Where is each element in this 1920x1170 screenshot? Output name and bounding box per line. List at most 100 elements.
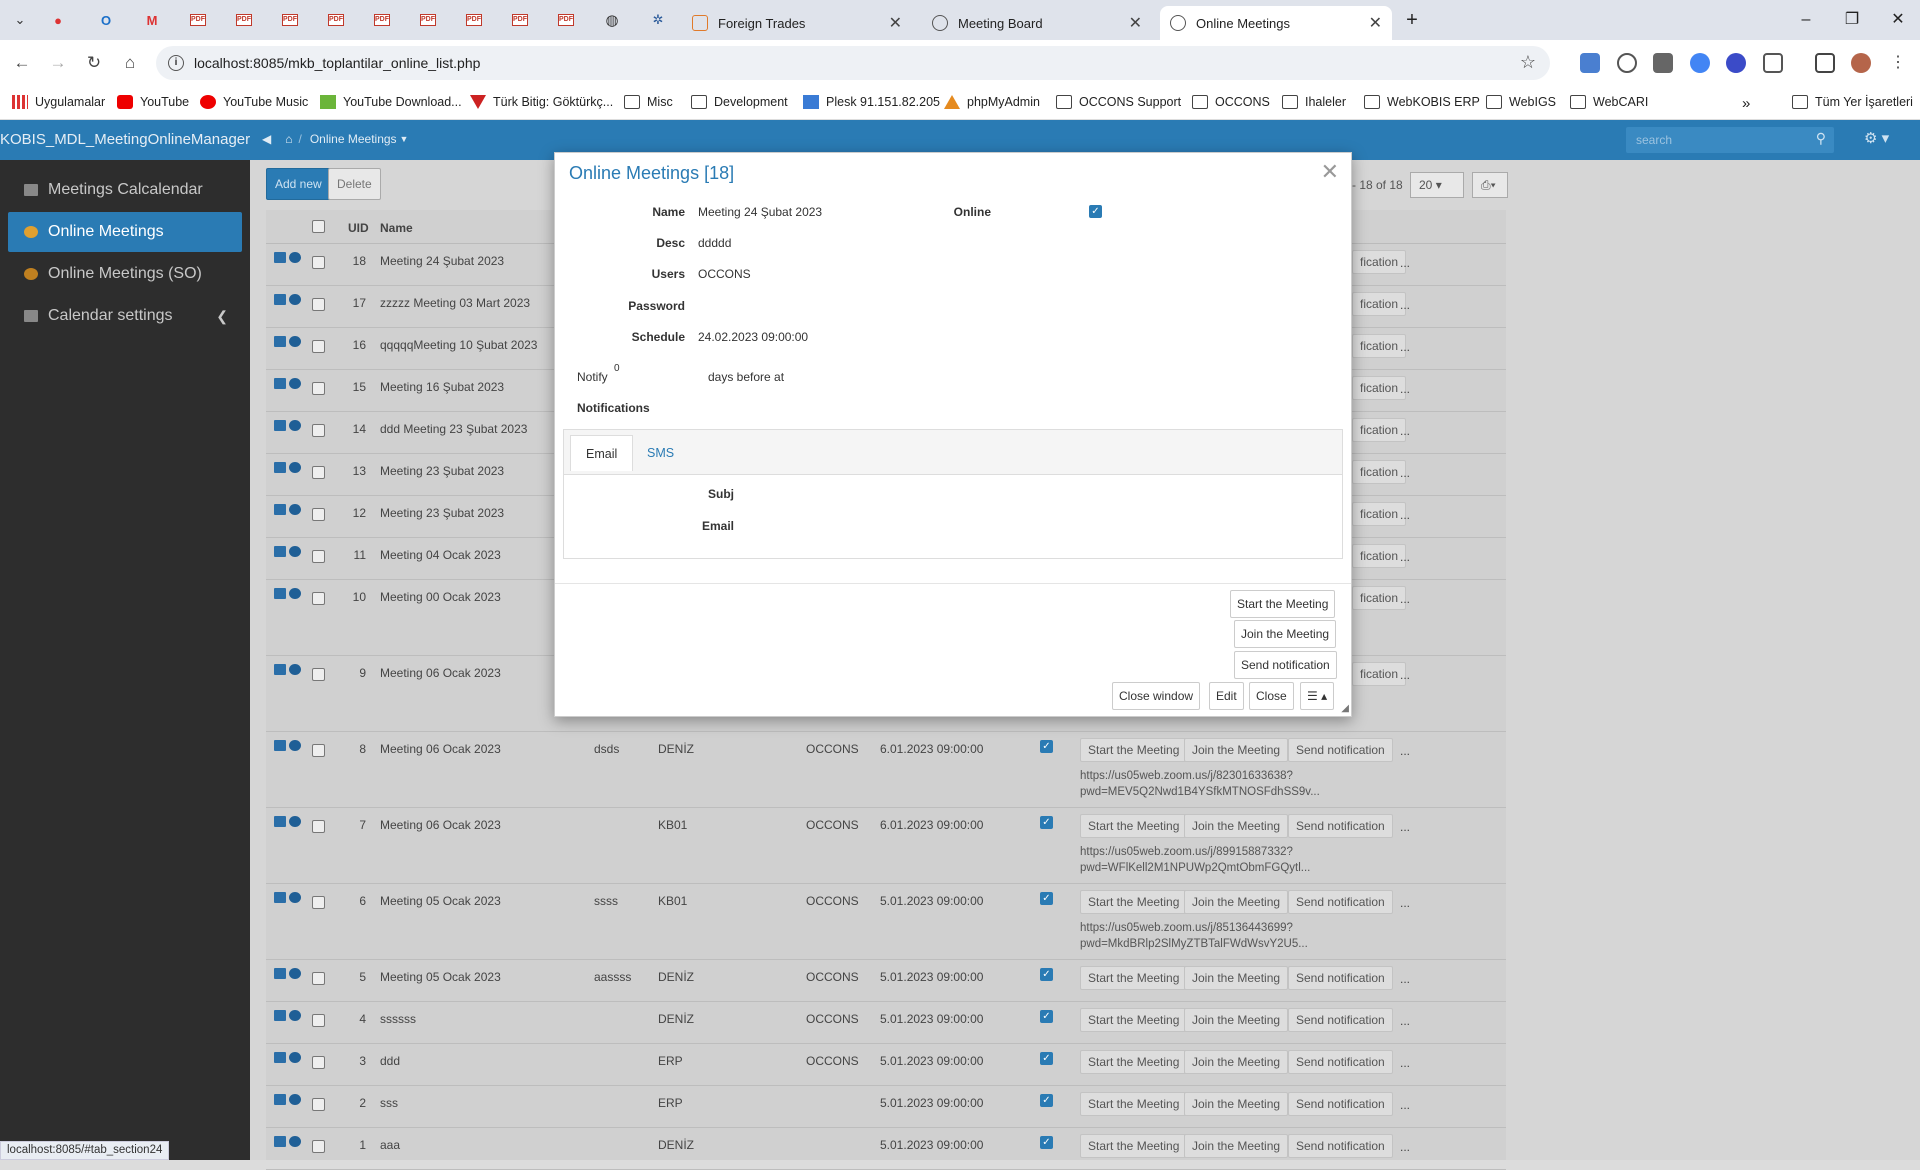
online-checkbox[interactable]: ✓ <box>1089 205 1102 218</box>
online-checkbox[interactable]: ✓ <box>1040 816 1053 829</box>
table-row[interactable]: 4 ssssss DENİZ OCCONS 5.01.2023 09:00:00 ✓ Sta… <box>266 1002 1506 1044</box>
meeting-link[interactable]: pwd=WFlKell2M1NPUWp2QmtObmFGQytl... <box>1080 860 1310 876</box>
bookmark-misc[interactable]: Misc <box>624 95 673 109</box>
pdf-tab-icon[interactable]: PDF <box>554 8 578 32</box>
pdf-tab-icon[interactable]: PDF <box>186 8 210 32</box>
bookmark-youtube-music[interactable]: YouTube Music <box>200 95 308 109</box>
view-icon[interactable] <box>289 740 301 751</box>
send-notification-button[interactable]: Send notification <box>1234 651 1337 679</box>
bookmark-webigs[interactable]: WebIGS <box>1486 95 1556 109</box>
row-checkbox[interactable] <box>312 820 325 833</box>
tab-meeting-board[interactable]: Meeting Board ✕ <box>922 6 1152 40</box>
forward-icon[interactable]: → <box>46 51 70 75</box>
start-meeting-button[interactable]: Start the Meeting <box>1080 1008 1188 1032</box>
join-meeting-button[interactable]: Join the Meeting <box>1184 814 1289 838</box>
sidebar-item-online-meetings-so[interactable]: Online Meetings (SO) <box>8 254 242 294</box>
table-row[interactable]: 2 sss ERP 5.01.2023 09:00:00 ✓ Start the Meet… <box>266 1086 1506 1128</box>
bookmark-ihaleler[interactable]: Ihaleler <box>1282 95 1346 109</box>
online-checkbox[interactable]: ✓ <box>1040 892 1053 905</box>
send-notification-button[interactable]: Send notification <box>1288 1092 1393 1116</box>
meeting-link[interactable]: https://us05web.zoom.us/j/89915887332? <box>1080 844 1293 860</box>
bookmark-development[interactable]: Development <box>691 95 788 109</box>
start-meeting-button[interactable]: Start the Meeting <box>1080 1050 1188 1074</box>
pdf-tab-icon[interactable]: PDF <box>508 8 532 32</box>
tab-email[interactable]: Email <box>570 435 634 471</box>
caret-down-icon[interactable]: ▼ <box>400 134 409 144</box>
resize-handle-icon[interactable]: ◢ <box>1341 703 1349 714</box>
join-meeting-button[interactable]: Join the Meeting <box>1184 1050 1289 1074</box>
start-meeting-button[interactable]: Start the Meeting <box>1080 814 1188 838</box>
edit-icon[interactable] <box>274 588 286 599</box>
home-icon[interactable]: ⌂ <box>118 51 142 75</box>
sidebar-item-meetings-calendar[interactable]: Meetings Calcalendar <box>8 170 242 210</box>
close-icon[interactable]: ✕ <box>1369 13 1382 33</box>
edit-icon[interactable] <box>274 294 286 305</box>
delete-button[interactable]: Delete <box>328 168 381 200</box>
online-checkbox[interactable]: ✓ <box>1040 968 1053 981</box>
edit-icon[interactable] <box>274 462 286 473</box>
table-row[interactable]: 8 Meeting 06 Ocak 2023 dsds DENİZ OCCONS 6.01… <box>266 732 1506 808</box>
close-button[interactable]: Close <box>1249 682 1294 710</box>
row-checkbox[interactable] <box>312 508 325 521</box>
edit-icon[interactable] <box>274 968 286 979</box>
send-notification-button[interactable]: Send notification <box>1288 738 1393 762</box>
table-row[interactable]: 6 Meeting 05 Ocak 2023 ssss KB01 OCCONS 5.01.… <box>266 884 1506 960</box>
collapse-arrow-icon[interactable]: ◀ <box>262 132 271 146</box>
join-meeting-button[interactable]: Join the Meeting <box>1184 1092 1289 1116</box>
app-tab-icon[interactable]: ✲ <box>646 8 670 32</box>
gmail-tab-icon[interactable]: M <box>140 8 164 32</box>
sidebar-item-calendar-settings[interactable]: Calendar settings ❮ <box>8 296 242 336</box>
search-input[interactable]: search ⚲ <box>1626 127 1834 153</box>
view-icon[interactable] <box>289 378 301 389</box>
page-size-select[interactable]: 20 ▾ <box>1410 172 1464 198</box>
close-window-button[interactable]: ✕ <box>1878 8 1918 32</box>
view-icon[interactable] <box>289 546 301 557</box>
restore-button[interactable]: ❐ <box>1832 8 1872 32</box>
send-notification-button[interactable]: Send notification <box>1288 1050 1393 1074</box>
edit-icon[interactable] <box>274 664 286 675</box>
online-checkbox[interactable]: ✓ <box>1040 1052 1053 1065</box>
minimize-button[interactable]: – <box>1786 8 1826 32</box>
select-all-checkbox[interactable] <box>312 220 325 233</box>
add-new-button[interactable]: Add new <box>266 168 331 200</box>
search-icon[interactable]: ⚲ <box>1816 130 1826 147</box>
close-icon[interactable]: ✕ <box>1129 13 1142 33</box>
row-checkbox[interactable] <box>312 592 325 605</box>
profile-avatar[interactable] <box>1851 53 1871 73</box>
new-tab-button[interactable]: + <box>1392 8 1432 32</box>
bookmark-webcari[interactable]: WebCARI <box>1570 95 1648 109</box>
send-notification-button[interactable]: fication <box>1352 662 1407 686</box>
view-icon[interactable] <box>289 1010 301 1021</box>
bookmark-turk-bitig[interactable]: Türk Bitig: Göktürkç... <box>470 95 613 109</box>
send-notification-button[interactable]: fication <box>1352 376 1407 400</box>
edit-icon[interactable] <box>274 420 286 431</box>
row-checkbox[interactable] <box>312 1140 325 1153</box>
edit-icon[interactable] <box>274 546 286 557</box>
row-checkbox[interactable] <box>312 340 325 353</box>
dialog-menu-button[interactable]: ☰ ▴ <box>1300 682 1335 710</box>
view-icon[interactable] <box>289 892 301 903</box>
column-header-uid[interactable]: UID <box>348 221 369 235</box>
more-bookmarks-icon[interactable]: » <box>1742 95 1750 112</box>
pdf-tab-icon[interactable]: PDF <box>370 8 394 32</box>
row-checkbox[interactable] <box>312 1098 325 1111</box>
extension-icon[interactable] <box>1653 53 1673 73</box>
bookmark-occons-support[interactable]: OCCONS Support <box>1056 95 1181 109</box>
gear-icon[interactable]: ⚙ ▾ <box>1864 129 1889 147</box>
view-icon[interactable] <box>289 462 301 473</box>
table-row[interactable]: 3 ddd ERP OCCONS 5.01.2023 09:00:00 ✓ Start th… <box>266 1044 1506 1086</box>
edit-icon[interactable] <box>274 1094 286 1105</box>
bookmark-occons[interactable]: OCCONS <box>1192 95 1270 109</box>
edit-icon[interactable] <box>274 378 286 389</box>
row-checkbox[interactable] <box>312 382 325 395</box>
row-checkbox[interactable] <box>312 298 325 311</box>
row-checkbox[interactable] <box>312 466 325 479</box>
reload-icon[interactable]: ↻ <box>82 51 106 75</box>
close-icon[interactable]: ✕ <box>889 13 902 33</box>
close-window-button[interactable]: Close window <box>1112 682 1201 710</box>
view-icon[interactable] <box>289 816 301 827</box>
url-text[interactable]: localhost:8085/mkb_toplantilar_online_li… <box>194 55 480 71</box>
tab-online-meetings[interactable]: Online Meetings ✕ <box>1160 6 1392 40</box>
view-icon[interactable] <box>289 588 301 599</box>
bookmark-plesk[interactable]: Plesk 91.151.82.205 <box>803 95 940 109</box>
